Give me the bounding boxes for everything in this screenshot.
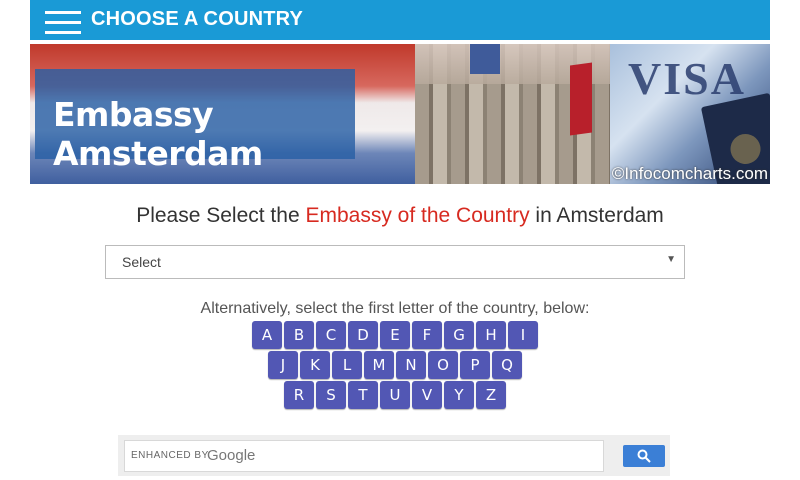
- letter-button-e[interactable]: E: [380, 321, 410, 349]
- heading-prefix: Please Select the: [136, 204, 306, 227]
- letter-button-v[interactable]: V: [412, 381, 442, 409]
- watermark: ©Infocomcharts.com: [611, 164, 768, 183]
- letter-button-u[interactable]: U: [380, 381, 410, 409]
- alternative-instruction: Alternatively, select the first letter o…: [200, 300, 590, 317]
- letter-button-m[interactable]: M: [364, 351, 394, 379]
- search-icon: [637, 449, 651, 463]
- country-select[interactable]: Select ▼: [105, 245, 685, 279]
- banner-title-box: Embassy Amsterdam: [35, 69, 355, 173]
- letter-button-d[interactable]: D: [348, 321, 378, 349]
- letter-button-b[interactable]: B: [284, 321, 314, 349]
- search-button[interactable]: [623, 445, 665, 467]
- letter-button-a[interactable]: A: [252, 321, 282, 349]
- search-bar: ENHANCED BY Google: [118, 435, 670, 476]
- letter-button-l[interactable]: L: [332, 351, 362, 379]
- flag-icon: [570, 62, 592, 136]
- letter-button-z[interactable]: Z: [476, 381, 506, 409]
- letter-button-i[interactable]: I: [508, 321, 538, 349]
- menu-icon[interactable]: [45, 9, 81, 35]
- letter-row: JKLMNOPQ: [0, 351, 790, 379]
- letter-button-t[interactable]: T: [348, 381, 378, 409]
- letter-button-n[interactable]: N: [396, 351, 426, 379]
- chevron-down-icon: ▼: [666, 254, 676, 265]
- search-input[interactable]: ENHANCED BY Google: [124, 440, 604, 472]
- letter-row: ABCDEFGHI: [0, 321, 790, 349]
- visa-text: VISA: [628, 53, 746, 104]
- search-brand: Google: [207, 447, 256, 464]
- letter-button-c[interactable]: C: [316, 321, 346, 349]
- letter-button-h[interactable]: H: [476, 321, 506, 349]
- heading-suffix: in Amsterdam: [529, 204, 664, 227]
- letter-button-f[interactable]: F: [412, 321, 442, 349]
- banner-image: VISA ©Infocomcharts.com Embassy Amsterda…: [30, 44, 770, 184]
- page-title: CHOOSE A COUNTRY: [91, 8, 304, 30]
- flag-icon: [470, 44, 500, 74]
- letter-button-o[interactable]: O: [428, 351, 458, 379]
- letter-row: RSTUVYZ: [0, 381, 790, 409]
- select-value: Select: [122, 254, 161, 270]
- letter-button-g[interactable]: G: [444, 321, 474, 349]
- section-heading: Please Select the Embassy of the Country…: [0, 204, 800, 228]
- letter-button-y[interactable]: Y: [444, 381, 474, 409]
- letter-button-j[interactable]: J: [268, 351, 298, 379]
- banner-title: Embassy Amsterdam: [53, 95, 263, 173]
- search-label: ENHANCED BY: [131, 450, 209, 461]
- letter-button-p[interactable]: P: [460, 351, 490, 379]
- letter-button-s[interactable]: S: [316, 381, 346, 409]
- heading-highlight: Embassy of the Country: [305, 204, 530, 227]
- letter-button-r[interactable]: R: [284, 381, 314, 409]
- letter-button-k[interactable]: K: [300, 351, 330, 379]
- top-bar: CHOOSE A COUNTRY: [30, 0, 770, 40]
- letter-button-q[interactable]: Q: [492, 351, 522, 379]
